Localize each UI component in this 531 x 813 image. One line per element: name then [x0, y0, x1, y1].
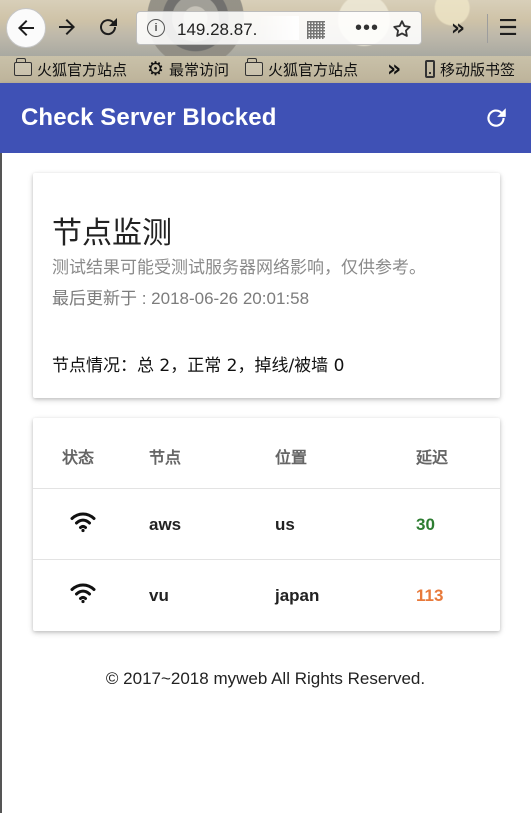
- bookmark-label: 火狐官方站点: [268, 60, 359, 79]
- forward-button[interactable]: [52, 12, 82, 42]
- node-location: japan: [275, 586, 320, 605]
- node-table: 状态 节点 位置 延迟 aws us 30 vu japan 113: [33, 418, 500, 631]
- table-header-row: 状态 节点 位置 延迟: [33, 418, 500, 489]
- bookmark-firefox-official-1[interactable]: 火狐官方站点: [14, 58, 127, 80]
- node-latency: 113: [416, 586, 444, 605]
- bookmark-firefox-official-2[interactable]: 火狐官方站点: [245, 58, 358, 80]
- column-header-latency: 延迟: [416, 448, 449, 467]
- refresh-button[interactable]: [480, 102, 512, 134]
- app-bar: Check Server Blocked: [0, 83, 531, 153]
- table-row: aws us 30: [33, 489, 500, 560]
- browser-refresh-button[interactable]: [93, 12, 123, 42]
- monitor-subtitle: 测试结果可能受测试服务器网络影响，仅供参考。: [52, 258, 426, 278]
- address-fade: [257, 16, 299, 40]
- updated-label: 最后更新于 :: [52, 289, 152, 308]
- bookmark-label: 最常访问: [169, 60, 230, 79]
- back-button[interactable]: [6, 8, 46, 48]
- mobile-icon: [425, 60, 435, 78]
- browser-toolbar: i 149.28.87. ••• » ☰: [0, 0, 531, 56]
- bookmark-mobile-bookmarks[interactable]: 移动版书签: [425, 58, 515, 80]
- node-name: vu: [149, 586, 169, 605]
- arrow-left-icon: [18, 20, 34, 36]
- qr-code-icon[interactable]: [307, 21, 325, 39]
- page-actions-icon[interactable]: •••: [355, 18, 379, 38]
- star-icon: [393, 20, 411, 37]
- wifi-icon: [70, 512, 96, 533]
- monitor-title: 节点监测: [52, 216, 172, 251]
- main-content: 节点监测 测试结果可能受测试服务器网络影响，仅供参考。 最后更新于 : 2018…: [0, 153, 531, 813]
- node-latency: 30: [416, 515, 435, 534]
- address-bar[interactable]: i 149.28.87. •••: [136, 11, 422, 45]
- toolbar-separator: [487, 14, 488, 43]
- table-row: vu japan 113: [33, 560, 500, 631]
- updated-value: 2018-06-26 20:01:58: [151, 289, 310, 308]
- column-header-location: 位置: [275, 448, 308, 467]
- node-name: aws: [149, 515, 182, 534]
- node-location: us: [275, 515, 295, 534]
- summary-card: 节点监测 测试结果可能受测试服务器网络影响，仅供参考。 最后更新于 : 2018…: [33, 173, 500, 398]
- wifi-icon: [70, 583, 96, 604]
- bookmark-most-visited[interactable]: ⚙ 最常访问: [147, 58, 229, 80]
- column-header-status: 状态: [62, 448, 95, 467]
- bookmarks-bar: 火狐官方站点 ⚙ 最常访问 火狐官方站点 » 移动版书签: [0, 56, 531, 83]
- arrow-right-icon: [59, 19, 75, 35]
- folder-icon: [14, 58, 32, 76]
- refresh-icon: [100, 18, 117, 36]
- folder-icon: [245, 58, 263, 76]
- footer-copyright: © 2017~2018 myweb All Rights Reserved.: [105, 669, 426, 688]
- page-title: Check Server Blocked: [21, 104, 277, 131]
- node-stats: 节点情况：总 2，正常 2，掉线/被墙 0: [52, 356, 345, 376]
- gear-icon: ⚙: [147, 57, 165, 80]
- bookmark-star-icon[interactable]: [390, 18, 414, 40]
- refresh-icon: [487, 108, 506, 127]
- toolbar-overflow-button[interactable]: »: [444, 14, 472, 42]
- bookmarks-overflow-button[interactable]: »: [387, 57, 401, 82]
- info-icon[interactable]: i: [147, 19, 165, 37]
- column-header-node: 节点: [149, 448, 182, 467]
- bookmark-label: 火狐官方站点: [37, 60, 128, 79]
- bookmark-label: 移动版书签: [440, 60, 516, 79]
- menu-button[interactable]: ☰: [494, 14, 522, 42]
- updated-line: 最后更新于 : 2018-06-26 20:01:58: [52, 284, 309, 309]
